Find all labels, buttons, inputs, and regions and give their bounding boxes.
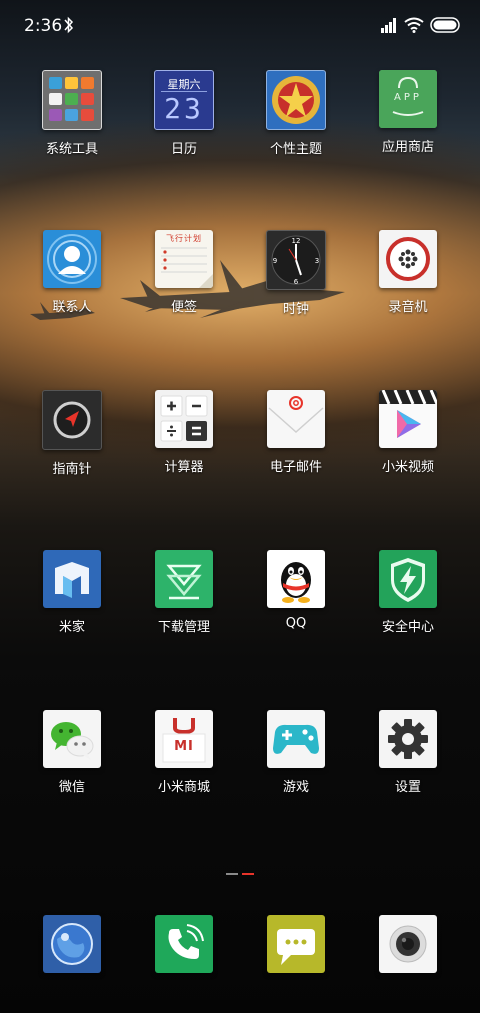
- app-label: 米家: [58, 620, 85, 635]
- app-label: 时钟: [282, 302, 309, 317]
- phone-icon: [155, 915, 213, 973]
- dock-camera[interactable]: [352, 915, 464, 973]
- app-system-tools[interactable]: 系统工具: [16, 70, 128, 157]
- app-store-badge: APP: [394, 92, 422, 103]
- video-icon: [379, 390, 437, 448]
- recorder-icon: [379, 230, 437, 288]
- app-label: 系统工具: [45, 142, 98, 157]
- app-mijia[interactable]: 米家: [16, 550, 128, 635]
- camera-icon: [379, 915, 437, 973]
- security-icon: [379, 550, 437, 608]
- dock-messages[interactable]: [240, 915, 352, 973]
- calendar-day: 23: [164, 92, 204, 125]
- calendar-weekday: 星期六: [167, 78, 201, 91]
- download-icon: [155, 550, 213, 608]
- status-bar: 2:36: [0, 0, 480, 52]
- app-label: 录音机: [388, 300, 428, 315]
- app-label: 联系人: [52, 300, 92, 315]
- app-label: 电子邮件: [269, 460, 322, 475]
- dock-phone[interactable]: [128, 915, 240, 973]
- page-indicator: [0, 873, 480, 877]
- mijia-icon: [43, 550, 101, 608]
- wifi-icon: [404, 17, 424, 33]
- app-wechat[interactable]: 微信: [16, 710, 128, 795]
- contacts-icon: [43, 230, 101, 288]
- wechat-icon: [43, 710, 101, 768]
- svg-text:12: 12: [292, 237, 301, 245]
- svg-text:3: 3: [315, 257, 319, 265]
- app-label: QQ: [285, 616, 307, 631]
- app-label: 设置: [394, 780, 421, 795]
- app-label: 个性主题: [269, 142, 322, 157]
- app-label: 下载管理: [157, 620, 210, 635]
- clock-icon: 12 3 6 9: [266, 230, 326, 290]
- app-qq[interactable]: QQ: [240, 550, 352, 631]
- app-label: 微信: [58, 780, 85, 795]
- svg-text:6: 6: [294, 278, 299, 286]
- browser-icon: [43, 915, 101, 973]
- app-label: 安全中心: [381, 620, 434, 635]
- app-mi-video[interactable]: 小米视频: [352, 390, 464, 475]
- page-dot-1[interactable]: [226, 873, 238, 875]
- app-clock[interactable]: 12 3 6 9 时钟: [240, 230, 352, 317]
- app-security[interactable]: 安全中心: [352, 550, 464, 635]
- app-label: 日历: [170, 142, 197, 157]
- app-label: 指南针: [52, 462, 92, 477]
- app-label: 应用商店: [381, 140, 434, 155]
- app-contacts[interactable]: 联系人: [16, 230, 128, 315]
- bluetooth-icon: [64, 16, 74, 34]
- app-calendar[interactable]: 星期六 23 日历: [128, 70, 240, 157]
- app-store-icon: APP: [379, 70, 437, 128]
- app-downloads[interactable]: 下载管理: [128, 550, 240, 635]
- qq-icon: [267, 550, 325, 608]
- app-label: 小米商城: [157, 780, 210, 795]
- calendar-icon: 星期六 23: [154, 70, 214, 130]
- app-label: 便签: [170, 300, 197, 315]
- app-recorder[interactable]: 录音机: [352, 230, 464, 315]
- app-notes[interactable]: 飞行计划 便签: [128, 230, 240, 315]
- app-calculator[interactable]: 计算器: [128, 390, 240, 475]
- app-email[interactable]: 电子邮件: [240, 390, 352, 475]
- app-themes[interactable]: 个性主题: [240, 70, 352, 157]
- page-dot-2-active[interactable]: [242, 873, 254, 875]
- app-label: 小米视频: [381, 460, 434, 475]
- theme-icon: [266, 70, 326, 130]
- settings-icon: [379, 710, 437, 768]
- compass-icon: [42, 390, 102, 450]
- app-mi-store[interactable]: MI 小米商城: [128, 710, 240, 795]
- calculator-icon: [155, 390, 213, 448]
- notes-icon: 飞行计划: [155, 230, 213, 288]
- app-games[interactable]: 游戏: [240, 710, 352, 795]
- mi-store-badge: MI: [174, 739, 194, 754]
- folder-icon: [42, 70, 102, 130]
- battery-icon: [430, 17, 460, 33]
- mi-store-icon: MI: [155, 710, 213, 768]
- app-compass[interactable]: 指南针: [16, 390, 128, 477]
- app-settings[interactable]: 设置: [352, 710, 464, 795]
- svg-text:9: 9: [273, 257, 277, 265]
- messages-icon: [267, 915, 325, 973]
- status-time: 2:36: [24, 16, 63, 36]
- signal-icon: [381, 18, 396, 33]
- app-label: 计算器: [164, 460, 204, 475]
- app-label: 游戏: [282, 780, 309, 795]
- dock-browser[interactable]: [16, 915, 128, 973]
- email-icon: [267, 390, 325, 448]
- app-app-store[interactable]: APP 应用商店: [352, 70, 464, 155]
- game-icon: [267, 710, 325, 768]
